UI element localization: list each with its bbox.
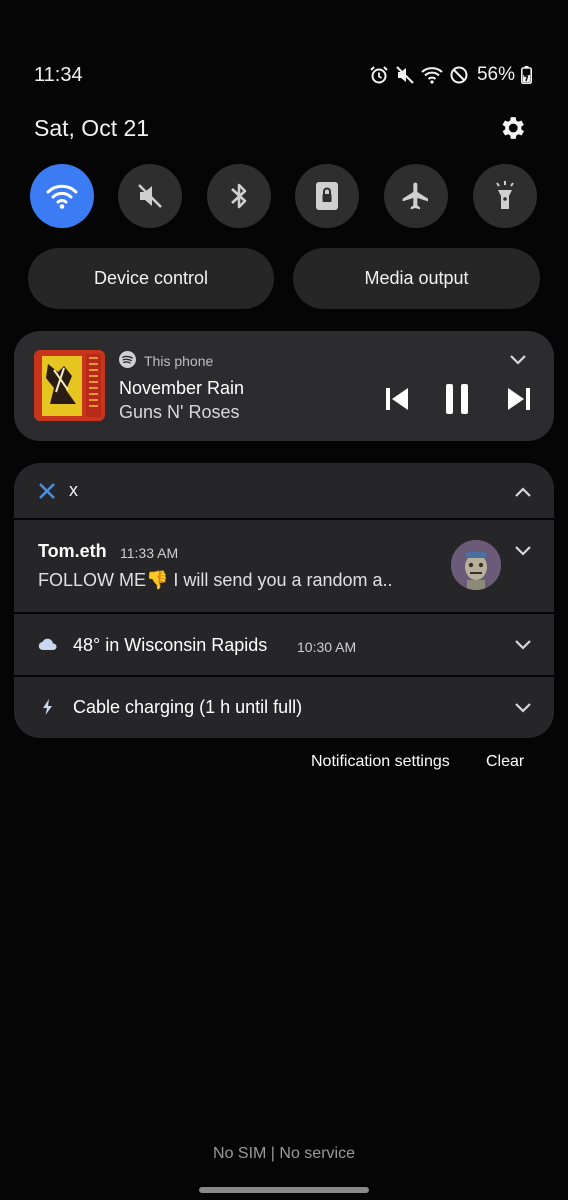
lightning-bolt-icon <box>43 699 52 715</box>
battery-charging-icon <box>521 66 532 84</box>
date-label: Sat, Oct 21 <box>34 115 150 141</box>
wifi-icon <box>46 184 78 209</box>
mute-icon <box>138 184 162 208</box>
wifi-toggle[interactable] <box>30 164 94 228</box>
battery-percent: 56% <box>476 64 515 85</box>
weather-notification[interactable]: 48° in Wisconsin Rapids 10:30 AM <box>14 614 554 675</box>
expand-chevron-icon[interactable] <box>514 545 532 557</box>
media-expand-chevron-icon[interactable] <box>509 354 527 366</box>
notification-message: FOLLOW ME👎 I will send you a random a.. <box>38 570 393 590</box>
do-not-disturb-icon <box>450 66 468 84</box>
flashlight-toggle[interactable] <box>473 164 537 228</box>
home-indicator-bar[interactable] <box>199 1187 369 1193</box>
settings-gear-icon[interactable] <box>497 113 527 143</box>
next-track-icon[interactable] <box>506 386 532 412</box>
weather-text: 48° in Wisconsin Rapids <box>73 635 268 655</box>
x-app-name: x <box>69 480 78 500</box>
pause-icon[interactable] <box>444 383 470 415</box>
previous-track-icon[interactable] <box>384 386 410 412</box>
expand-chevron-icon[interactable] <box>514 702 532 714</box>
media-source: This phone <box>144 353 214 369</box>
flashlight-icon <box>496 181 514 209</box>
media-player-card[interactable]: This phone November Rain Guns N' Roses <box>14 331 554 441</box>
charging-text: Cable charging (1 h until full) <box>73 697 303 717</box>
charging-notification[interactable]: Cable charging (1 h until full) <box>14 677 554 738</box>
carrier-status: No SIM | No service <box>213 1145 355 1162</box>
airplane-mode-toggle[interactable] <box>384 164 448 228</box>
x-notification-header[interactable]: x <box>14 463 554 518</box>
notification-settings-link[interactable]: Notification settings <box>311 753 450 771</box>
alarm-icon <box>370 66 388 84</box>
status-icons: 56% <box>369 64 532 86</box>
notification-time: 11:33 AM <box>120 545 179 561</box>
mute-toggle[interactable] <box>118 164 182 228</box>
weather-time: 10:30 AM <box>297 639 357 655</box>
notification-sender: Tom.eth <box>38 541 107 561</box>
status-time: 11:34 <box>34 64 83 86</box>
cloud-icon <box>38 638 57 651</box>
portrait-lock-icon <box>316 182 338 210</box>
device-control-button[interactable]: Device control <box>28 248 274 309</box>
bluetooth-toggle[interactable] <box>207 164 271 228</box>
quick-settings-row <box>30 164 538 228</box>
expand-chevron-icon[interactable] <box>514 639 532 651</box>
x-logo-icon <box>39 483 55 499</box>
collapse-chevron-icon[interactable] <box>514 486 532 498</box>
media-title: November Rain <box>119 378 245 398</box>
album-art <box>34 350 105 421</box>
bluetooth-icon <box>231 183 247 209</box>
rotation-lock-toggle[interactable] <box>295 164 359 228</box>
media-artist: Guns N' Roses <box>119 402 240 422</box>
spotify-icon <box>119 351 136 368</box>
mute-status-icon <box>396 66 414 84</box>
x-message-notification[interactable]: Tom.eth 11:33 AM FOLLOW ME👎 I will send … <box>14 520 554 612</box>
media-output-button[interactable]: Media output <box>293 248 540 309</box>
sender-avatar <box>451 540 501 590</box>
clear-button[interactable]: Clear <box>486 753 524 771</box>
wifi-status-icon <box>421 67 443 84</box>
airplane-icon <box>402 182 428 210</box>
